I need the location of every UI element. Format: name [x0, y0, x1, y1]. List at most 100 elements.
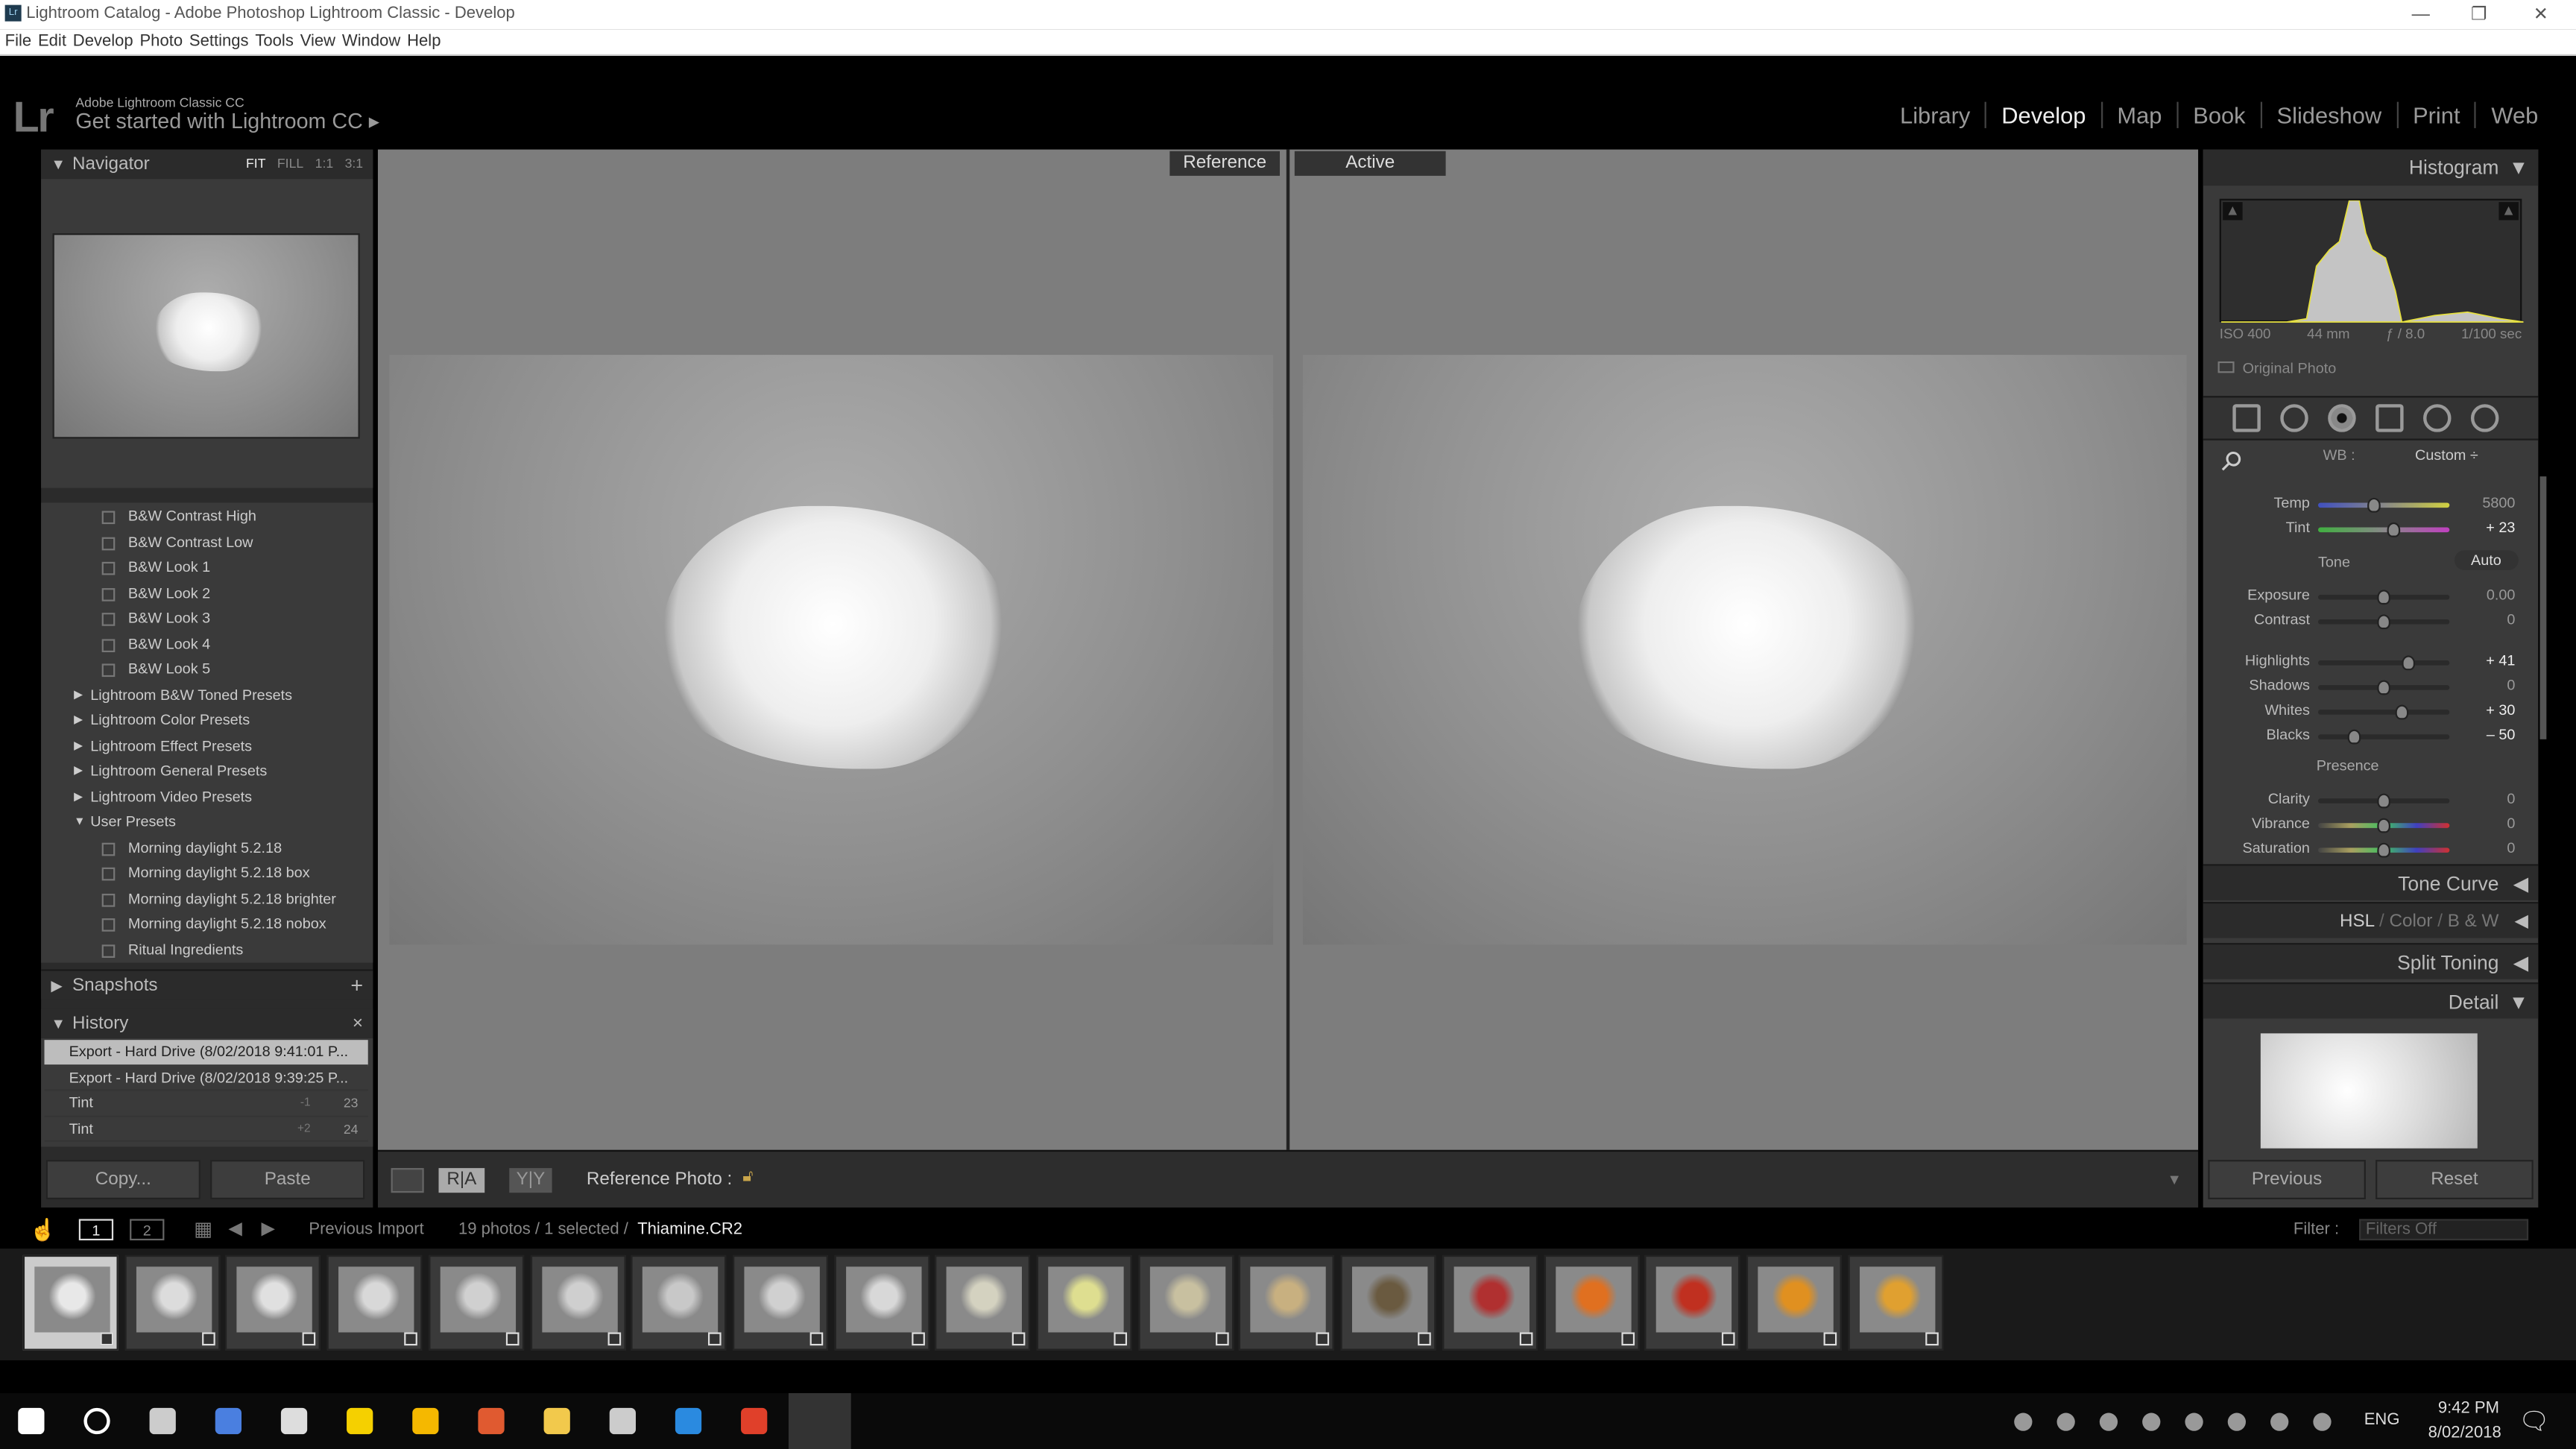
vscode-icon[interactable] — [675, 1407, 702, 1435]
display-1-button[interactable]: 1 — [78, 1219, 114, 1241]
history-item[interactable]: Tint +2 24 — [44, 1117, 368, 1142]
history-item[interactable]: Export - Hard Drive (8/02/2018 9:39:25 P… — [44, 1065, 368, 1091]
menu-window[interactable]: Window — [342, 33, 400, 51]
people-icon[interactable] — [215, 1407, 242, 1435]
hsl-tab[interactable]: HSL — [2340, 912, 2374, 931]
preset-item[interactable]: Morning daylight 5.2.18 — [41, 836, 373, 861]
slider-track[interactable] — [2317, 704, 2450, 720]
preset-folder[interactable]: ▶ Lightroom Video Presets — [41, 784, 373, 809]
slider-value[interactable]: + 30 — [2486, 701, 2515, 718]
filmstrip-thumbnail[interactable] — [1137, 1254, 1234, 1351]
display-2-button[interactable]: 2 — [130, 1219, 165, 1241]
history-item[interactable]: Tint -1 23 — [44, 1091, 368, 1117]
slider-thumb[interactable] — [2377, 818, 2390, 833]
wb-select[interactable]: Custom ÷ — [2415, 447, 2478, 464]
filmstrip-thumbnail[interactable] — [1543, 1254, 1639, 1351]
3d-icon[interactable] — [609, 1407, 636, 1435]
zoom-fill[interactable]: FILL — [277, 156, 303, 171]
file-explorer-icon[interactable] — [543, 1407, 570, 1435]
loupe-view-button[interactable] — [391, 1168, 424, 1193]
right-panel-scrollbar[interactable] — [2539, 476, 2547, 739]
slider-track[interactable] — [2317, 842, 2450, 858]
shadow-clipping-icon[interactable]: ▲ — [2223, 202, 2243, 221]
navigator-header[interactable]: ▼ Navigator FIT FILL 1:1 3:1 — [41, 149, 373, 180]
filmstrip-thumbnail[interactable] — [1442, 1254, 1538, 1351]
original-photo-checkbox[interactable]: Original Photo — [2217, 360, 2336, 376]
bw-tab[interactable]: B & W — [2448, 912, 2499, 931]
menu-view[interactable]: View — [300, 33, 335, 51]
slider-value[interactable]: 0.00 — [2487, 587, 2516, 603]
module-slideshow[interactable]: Slideshow — [2260, 101, 2396, 128]
toolbar-menu-chevron-icon[interactable]: ▼ — [2167, 1172, 2182, 1188]
selected-filename[interactable]: Thiamine.CR2 — [637, 1221, 742, 1239]
preset-item[interactable]: B&W Contrast Low — [41, 530, 373, 555]
histogram-header[interactable]: Histogram ▼ — [2203, 149, 2539, 186]
preset-item[interactable]: B&W Look 1 — [41, 555, 373, 581]
module-print[interactable]: Print — [2396, 101, 2475, 128]
slider-thumb[interactable] — [2348, 729, 2362, 745]
back-arrow-icon[interactable]: ◀ — [228, 1217, 242, 1238]
active-photo[interactable] — [1302, 355, 2187, 945]
before-after-view-button[interactable]: Y|Y — [509, 1168, 552, 1193]
get-started-link[interactable]: Get started with Lightroom CC ▸ — [75, 108, 379, 134]
slider-value[interactable]: 0 — [2507, 677, 2515, 693]
filmstrip-thumbnail[interactable] — [1036, 1254, 1132, 1351]
grid-view-icon[interactable]: ▦ — [194, 1217, 212, 1240]
filmstrip-thumbnail[interactable] — [833, 1254, 929, 1351]
reference-photo[interactable] — [389, 355, 1274, 945]
paste-button[interactable]: Paste — [210, 1160, 365, 1199]
preset-folder[interactable]: ▶ Lightroom General Presets — [41, 759, 373, 784]
red-eye-icon[interactable] — [2328, 404, 2356, 432]
task-view-icon[interactable] — [149, 1407, 176, 1435]
color-tab[interactable]: Color — [2390, 912, 2433, 931]
wifi-icon[interactable] — [2227, 1412, 2247, 1431]
preset-folder[interactable]: ▶ Lightroom B&W Toned Presets — [41, 683, 373, 708]
slider-thumb[interactable] — [2377, 842, 2390, 858]
hsl-header[interactable]: HSL / Color / B & W ◀ — [2203, 902, 2539, 938]
adjustment-brush-icon[interactable] — [2470, 404, 2499, 432]
filmstrip-thumbnail[interactable] — [1239, 1254, 1335, 1351]
chrome-icon[interactable] — [741, 1407, 768, 1435]
preset-item[interactable]: Ritual Ingredients — [41, 937, 373, 962]
navigator-preview[interactable] — [52, 233, 360, 439]
slider-track[interactable] — [2317, 680, 2450, 695]
slider-value[interactable]: 0 — [2507, 611, 2515, 628]
maximize-button[interactable]: ❐ — [2471, 0, 2487, 30]
creative-cloud-icon[interactable] — [2056, 1412, 2075, 1431]
clock-time[interactable]: 9:42 PM — [2438, 1400, 2499, 1418]
module-library[interactable]: Library — [1885, 102, 1985, 128]
menu-help[interactable]: Help — [407, 33, 441, 51]
filmstrip-thumbnail[interactable] — [1644, 1254, 1740, 1351]
wb-eyedropper-icon[interactable]: ⚲ — [2212, 443, 2249, 480]
calculator-icon[interactable] — [280, 1407, 308, 1435]
cortana-icon[interactable] — [83, 1407, 110, 1435]
filmstrip-thumbnail[interactable] — [1340, 1254, 1436, 1351]
filmstrip-thumbnail[interactable] — [1746, 1254, 1842, 1351]
zoom-3-1[interactable]: 3:1 — [345, 156, 364, 171]
filmstrip-thumbnail[interactable] — [124, 1254, 220, 1351]
filmstrip-thumbnail[interactable] — [1847, 1254, 1943, 1351]
filmstrip-source[interactable]: Previous Import — [309, 1221, 423, 1239]
filter-select[interactable]: Filters Off — [2359, 1219, 2529, 1241]
slider-track[interactable] — [2317, 497, 2450, 513]
slider-value[interactable]: 5800 — [2482, 494, 2515, 511]
highlight-clipping-icon[interactable]: ▲ — [2498, 202, 2519, 221]
crop-tool-icon[interactable] — [2232, 404, 2261, 432]
sticky-notes-icon[interactable] — [347, 1407, 373, 1435]
copy-button[interactable]: Copy... — [45, 1160, 201, 1199]
keep-icon[interactable] — [412, 1407, 439, 1435]
clear-history-button[interactable]: × — [353, 1008, 363, 1038]
slider-track[interactable] — [2317, 729, 2450, 745]
tone-curve-header[interactable]: Tone Curve ◀ — [2203, 864, 2539, 900]
menu-settings[interactable]: Settings — [189, 33, 249, 51]
add-snapshot-button[interactable]: + — [350, 971, 363, 1001]
menu-tools[interactable]: Tools — [255, 33, 293, 51]
slider-thumb[interactable] — [2395, 704, 2409, 720]
slider-thumb[interactable] — [2386, 522, 2400, 537]
module-web[interactable]: Web — [2475, 101, 2553, 128]
preset-folder[interactable]: ▶ Lightroom Color Presets — [41, 708, 373, 733]
windows-start-icon[interactable] — [18, 1407, 45, 1435]
spot-removal-icon[interactable] — [2280, 404, 2308, 432]
detail-header[interactable]: Detail ▼ — [2203, 982, 2539, 1019]
forward-arrow-icon[interactable]: ▶ — [261, 1217, 275, 1238]
